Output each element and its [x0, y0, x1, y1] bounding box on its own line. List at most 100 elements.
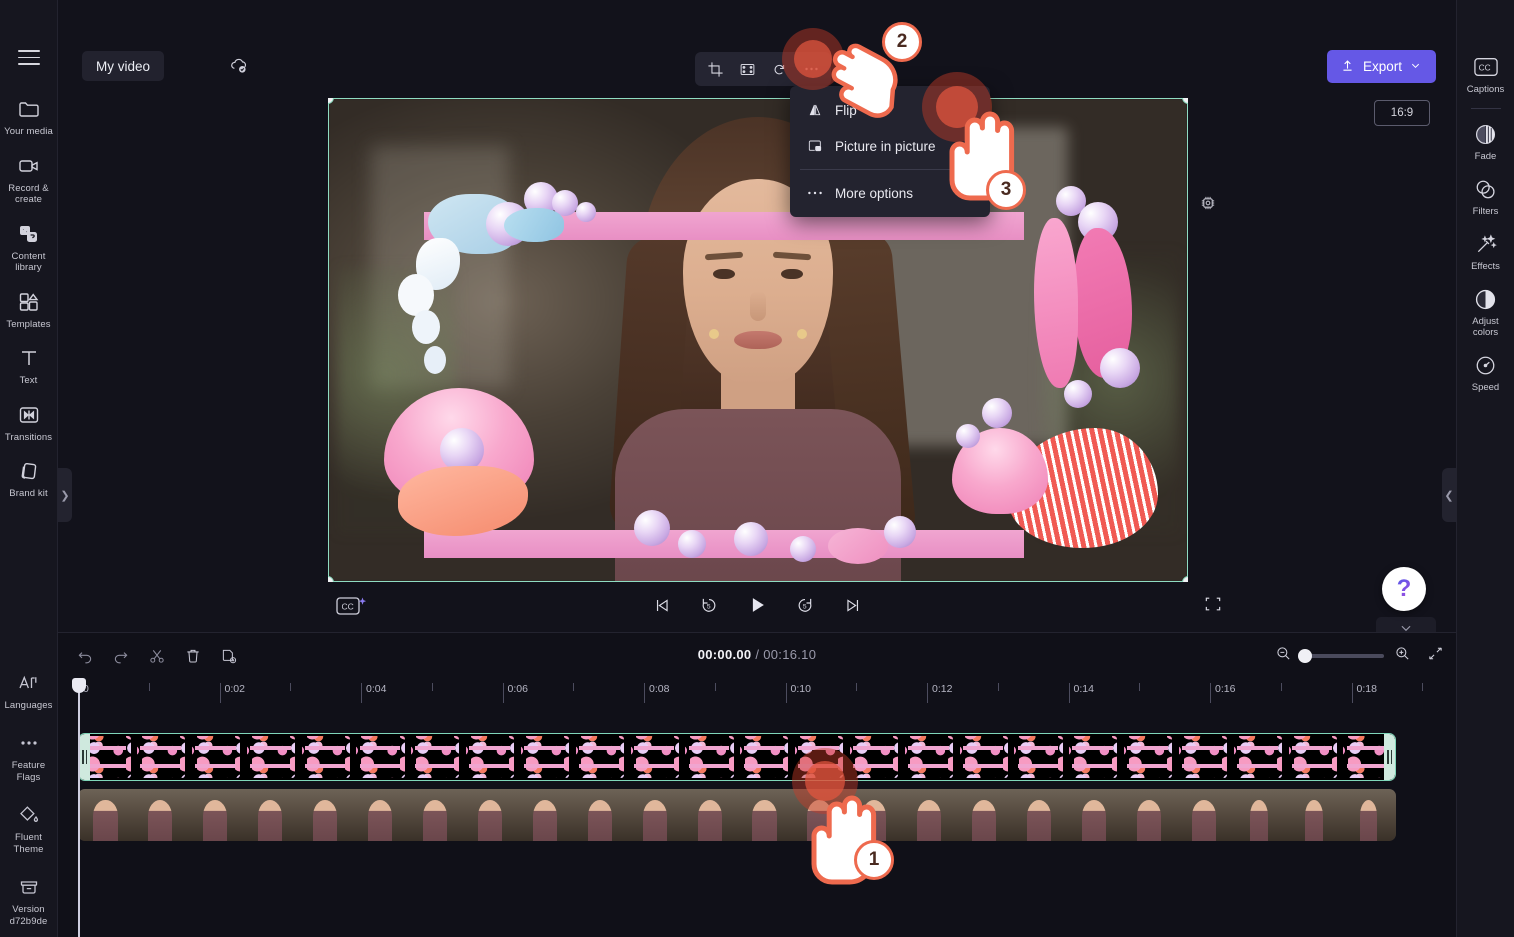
- left-panel-collapse-toggle[interactable]: ❯: [58, 468, 72, 522]
- brand-kit-icon: [16, 458, 42, 484]
- context-menu-label: Picture in picture: [835, 138, 936, 154]
- clip-thumbnail: [956, 734, 1012, 780]
- clip-thumbnail: [572, 789, 628, 841]
- fit-timeline-icon[interactable]: [1427, 645, 1444, 667]
- video-canvas[interactable]: [328, 98, 1188, 582]
- right-panel-collapse-toggle[interactable]: ❮: [1442, 468, 1456, 522]
- context-menu-divider: [800, 169, 980, 170]
- left-sidebar: Your media Record & create Content libra…: [0, 0, 58, 937]
- sidebar-item-your-media[interactable]: Your media: [0, 87, 58, 144]
- rewind-5s-icon[interactable]: 5: [696, 592, 722, 618]
- ruler-tick-minor: [856, 683, 858, 691]
- cc-box-icon: CC: [1473, 55, 1498, 79]
- undo-icon[interactable]: [72, 643, 98, 669]
- clipchamp-editor-window: Your media Record & create Content libra…: [0, 0, 1514, 937]
- sidebar-label: Feature Flags: [11, 760, 46, 783]
- timeline-ruler[interactable]: 0 0:02 0:04 0:06 0:08 0:10 0:12 0:14 0:16 0:18: [78, 679, 1456, 705]
- ruler-tick-minor: [573, 683, 575, 691]
- zoom-slider-knob[interactable]: [1298, 649, 1312, 663]
- timeline-track-video[interactable]: [78, 789, 1396, 841]
- project-name-field[interactable]: My video: [82, 51, 165, 81]
- sidebar-item-transitions[interactable]: Transitions: [0, 393, 58, 450]
- clip-thumbnail: [78, 789, 133, 841]
- fade-icon: [1474, 122, 1498, 146]
- sidebar-label: Languages: [4, 699, 53, 711]
- skip-previous-icon[interactable]: [648, 592, 674, 618]
- step-badge-1: 1: [854, 840, 894, 880]
- help-button[interactable]: ?: [1382, 567, 1426, 611]
- export-button[interactable]: Export: [1326, 50, 1436, 83]
- sidebar-item-version[interactable]: Version d72b9de: [0, 865, 58, 937]
- redo-icon[interactable]: [108, 643, 134, 669]
- top-bar: My video Export 16:9: [58, 0, 1514, 126]
- svg-text:CC: CC: [1478, 63, 1490, 73]
- panel-item-adjust-colors[interactable]: Adjust colors: [1457, 276, 1514, 342]
- context-menu-item-flip[interactable]: Flip: [790, 92, 990, 128]
- fullscreen-icon[interactable]: [1203, 594, 1227, 618]
- zoom-slider[interactable]: [1298, 649, 1384, 663]
- zoom-in-icon[interactable]: [1394, 645, 1411, 667]
- clip-thumbnail: [737, 789, 792, 841]
- panel-item-captions[interactable]: CC Captions: [1457, 44, 1514, 99]
- forward-5s-icon[interactable]: 5: [792, 592, 818, 618]
- ruler-tick-minor: [148, 683, 150, 691]
- playhead[interactable]: [72, 678, 86, 937]
- resize-handle-bottom-right[interactable]: [1183, 577, 1188, 582]
- clip-thumbnail: [1286, 789, 1342, 841]
- rotate-icon[interactable]: [765, 56, 793, 82]
- clip-thumbnail: [517, 789, 573, 841]
- sidebar-label: Brand kit: [9, 488, 48, 499]
- crop-icon[interactable]: [701, 56, 729, 82]
- panel-item-speed[interactable]: Speed: [1457, 342, 1514, 397]
- fit-to-frame-icon[interactable]: [733, 56, 761, 82]
- transitions-icon: [16, 402, 42, 428]
- clip-thumbnail: [243, 734, 299, 780]
- sidebar-item-text[interactable]: Text: [0, 336, 58, 393]
- clip-thumbnail: [1230, 734, 1286, 780]
- timeline-panel: 00:00.00 / 00:16.10 0 0:02 0:04 0:06 0:0…: [58, 632, 1456, 937]
- clip-thumbnail: [956, 789, 1012, 841]
- ruler-tick-minor: [431, 683, 433, 691]
- captions-toggle-button[interactable]: CC: [336, 594, 370, 618]
- context-menu-item-picture-in-picture[interactable]: Picture in picture: [790, 128, 990, 164]
- panel-label: Adjust colors: [1472, 316, 1499, 338]
- ruler-label: 0:06: [507, 683, 528, 695]
- duplicate-icon[interactable]: [216, 643, 242, 669]
- flip-icon: [806, 102, 823, 119]
- sidebar-item-languages[interactable]: Languages: [0, 661, 58, 722]
- sidebar-item-record-create[interactable]: Record & create: [0, 144, 58, 212]
- clip-trim-handle-right[interactable]: [1384, 734, 1395, 780]
- divider: [1470, 108, 1501, 109]
- sidebar-item-feature-flags[interactable]: Feature Flags: [0, 721, 58, 793]
- play-icon[interactable]: [744, 592, 770, 618]
- clip-trim-handle-left[interactable]: [79, 734, 90, 780]
- more-options-toolbar-button[interactable]: [797, 56, 825, 82]
- chevron-down-icon: [1410, 59, 1421, 74]
- skip-next-icon[interactable]: [840, 592, 866, 618]
- clip-thumbnail: [1175, 734, 1231, 780]
- panel-label: Effects: [1471, 261, 1500, 272]
- processor-chip-icon[interactable]: [1198, 193, 1220, 215]
- clip-thumbnail: [901, 734, 957, 780]
- text-t-icon: [16, 345, 42, 371]
- chevron-left-icon: ❮: [1444, 489, 1454, 502]
- video-camera-icon: [16, 153, 42, 179]
- sidebar-item-brand-kit[interactable]: Brand kit: [0, 449, 58, 506]
- panel-item-effects[interactable]: Effects: [1457, 221, 1514, 276]
- sidebar-item-templates[interactable]: Templates: [0, 280, 58, 337]
- context-menu-item-more-options[interactable]: More options: [790, 175, 990, 211]
- ruler-label: 0:12: [932, 683, 953, 695]
- panel-item-fade[interactable]: Fade: [1457, 111, 1514, 166]
- hamburger-menu-icon[interactable]: [17, 50, 40, 65]
- sidebar-item-fluent-theme[interactable]: Fluent Theme: [0, 793, 58, 865]
- timeline-track-overlay[interactable]: [78, 733, 1396, 781]
- ruler-label: 0:02: [224, 683, 245, 695]
- trash-icon[interactable]: [180, 643, 206, 669]
- scissors-icon[interactable]: [144, 643, 170, 669]
- clip-thumbnail: [242, 789, 298, 841]
- total-time: 00:16.10: [763, 647, 817, 662]
- panel-item-filters[interactable]: Filters: [1457, 166, 1514, 221]
- ruler-label: 0:08: [649, 683, 670, 695]
- zoom-out-icon[interactable]: [1275, 645, 1292, 667]
- sidebar-item-content-library[interactable]: Content library: [0, 212, 58, 280]
